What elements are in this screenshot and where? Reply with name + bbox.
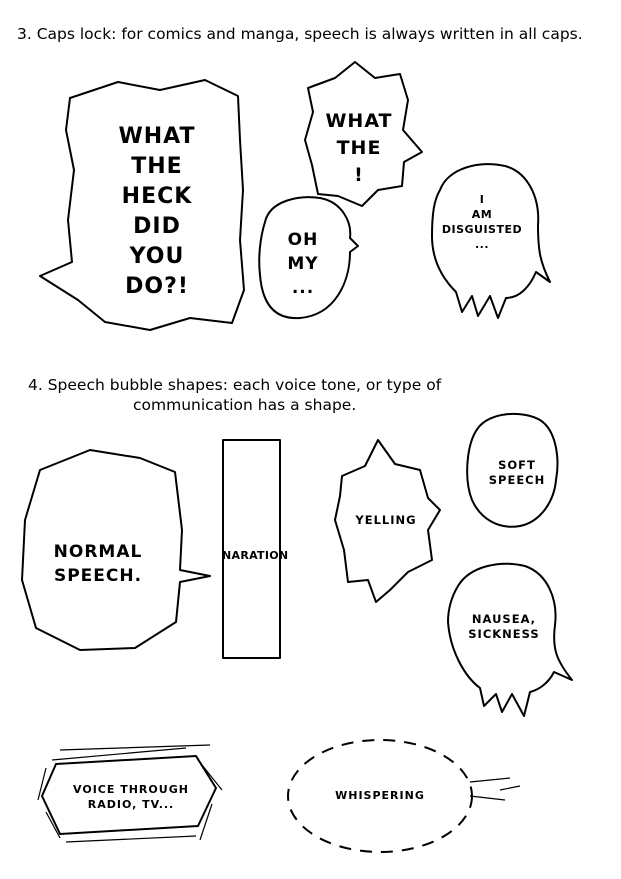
normal-speech-line-2: SPEECH. xyxy=(53,566,143,586)
oh-my-line-3: ... xyxy=(291,278,315,298)
big-bubble-line-4: DID xyxy=(133,214,181,239)
nausea-line-2: SICKNESS xyxy=(468,627,540,641)
oh-my-line-2: MY xyxy=(287,254,319,274)
big-bubble-line-3: HECK xyxy=(121,184,193,209)
yelling-text: YELLING xyxy=(355,513,417,527)
disgusted-line-3: DISGUISTED xyxy=(441,223,523,236)
soft-speech-line-2: SPEECH xyxy=(488,473,546,487)
big-bubble-line-6: DO?! xyxy=(125,274,189,299)
nausea-text: NAUSEA, SICKNESS xyxy=(454,612,554,642)
whispering-text: WHISPERING xyxy=(335,789,425,802)
oh-my-bubble-text: OH MY ... xyxy=(268,228,338,300)
big-bubble-line-2: THE xyxy=(131,154,183,179)
disgusted-line-1: I xyxy=(479,193,485,206)
what-the-line-3: ! xyxy=(354,164,364,186)
radio-text: VOICE THROUGH RADIO, TV... xyxy=(56,782,206,812)
what-the-line-2: THE xyxy=(336,137,382,159)
big-bubble-line-5: YOU xyxy=(129,244,185,269)
oh-my-line-1: OH xyxy=(287,230,319,250)
soft-speech-text: SOFT SPEECH xyxy=(474,458,560,488)
disgusted-line-4: ... xyxy=(474,238,490,251)
radio-line-1: VOICE THROUGH xyxy=(73,783,189,796)
nausea-line-1: NAUSEA, xyxy=(471,612,537,626)
normal-speech-line-1: NORMAL xyxy=(53,542,143,562)
big-bubble-line-1: WHAT xyxy=(118,124,196,149)
radio-line-2: RADIO, TV... xyxy=(87,798,175,811)
big-bubble-text: WHAT THE HECK DID YOU DO?! xyxy=(92,122,222,302)
naration-text: NARATION xyxy=(222,549,289,562)
disgusted-line-2: AM xyxy=(471,208,493,221)
soft-speech-line-1: SOFT xyxy=(498,458,536,472)
normal-speech-text: NORMAL SPEECH. xyxy=(28,540,168,588)
what-the-line-1: WHAT xyxy=(325,110,393,132)
disgusted-bubble-text: I AM DISGUISTED ... xyxy=(432,192,532,252)
what-the-bubble-text: WHAT THE ! xyxy=(318,108,400,189)
